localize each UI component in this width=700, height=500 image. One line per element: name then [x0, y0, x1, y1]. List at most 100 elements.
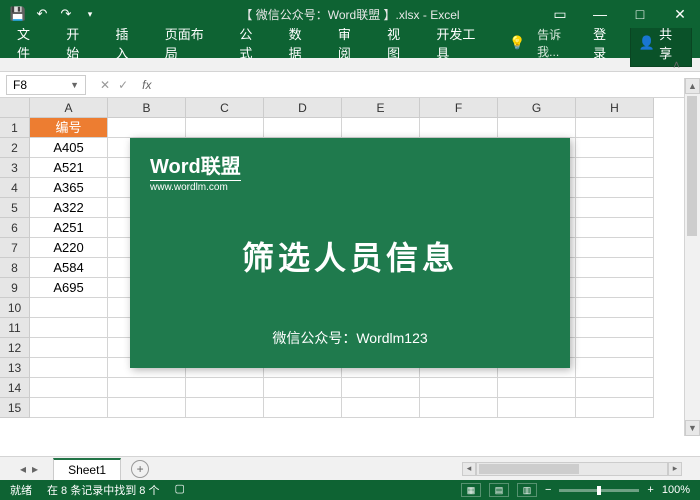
cell[interactable] [576, 318, 654, 338]
scroll-right-icon[interactable]: ▸ [668, 462, 682, 476]
cell[interactable] [420, 118, 498, 138]
login-link[interactable]: 登录 [593, 24, 618, 62]
cell[interactable]: A521 [30, 158, 108, 178]
cell[interactable] [498, 378, 576, 398]
scroll-left-icon[interactable]: ◂ [462, 462, 476, 476]
cell[interactable] [264, 378, 342, 398]
cell[interactable] [264, 118, 342, 138]
col-header-D[interactable]: D [264, 98, 342, 118]
row-header-4[interactable]: 4 [0, 178, 30, 198]
cell[interactable] [576, 298, 654, 318]
row-header-5[interactable]: 5 [0, 198, 30, 218]
row-header-6[interactable]: 6 [0, 218, 30, 238]
col-header-A[interactable]: A [30, 98, 108, 118]
redo-icon[interactable]: ↷ [58, 6, 74, 22]
cell[interactable] [342, 398, 420, 418]
cell[interactable]: A322 [30, 198, 108, 218]
row-header-3[interactable]: 3 [0, 158, 30, 178]
cell[interactable] [30, 398, 108, 418]
cell[interactable] [108, 398, 186, 418]
col-header-H[interactable]: H [576, 98, 654, 118]
row-header-8[interactable]: 8 [0, 258, 30, 278]
cell[interactable] [264, 398, 342, 418]
cell[interactable]: A695 [30, 278, 108, 298]
col-header-B[interactable]: B [108, 98, 186, 118]
add-sheet-button[interactable]: + [131, 460, 149, 478]
col-header-G[interactable]: G [498, 98, 576, 118]
cell[interactable] [576, 138, 654, 158]
cell[interactable] [576, 118, 654, 138]
cell[interactable] [576, 178, 654, 198]
zoom-in-icon[interactable]: + [647, 484, 653, 496]
scroll-up-icon[interactable]: ▲ [685, 78, 700, 94]
cell[interactable] [342, 378, 420, 398]
sheet-next-icon[interactable]: ▸ [32, 462, 38, 476]
vertical-scrollbar[interactable]: ▲ ▼ [684, 78, 700, 436]
sheet-prev-icon[interactable]: ◂ [20, 462, 26, 476]
vscroll-thumb[interactable] [687, 96, 697, 236]
row-header-7[interactable]: 7 [0, 238, 30, 258]
zoom-level[interactable]: 100% [662, 484, 690, 496]
scroll-down-icon[interactable]: ▼ [685, 420, 700, 436]
macro-record-icon[interactable]: ▢ [174, 482, 184, 498]
select-all-corner[interactable] [0, 98, 30, 118]
cell[interactable] [420, 398, 498, 418]
collapse-ribbon-icon[interactable]: ˄ [673, 58, 680, 72]
cell[interactable] [30, 318, 108, 338]
cell[interactable] [186, 118, 264, 138]
cell[interactable] [576, 338, 654, 358]
row-header-11[interactable]: 11 [0, 318, 30, 338]
maximize-icon[interactable]: □ [620, 0, 660, 28]
cell[interactable] [108, 118, 186, 138]
col-header-F[interactable]: F [420, 98, 498, 118]
cell[interactable] [576, 198, 654, 218]
save-icon[interactable]: 💾 [10, 6, 26, 22]
row-header-1[interactable]: 1 [0, 118, 30, 138]
cell[interactable] [576, 218, 654, 238]
row-header-2[interactable]: 2 [0, 138, 30, 158]
zoom-out-icon[interactable]: − [545, 484, 551, 496]
cell[interactable] [498, 398, 576, 418]
confirm-formula-icon[interactable]: ✓ [118, 78, 128, 92]
cell[interactable] [576, 278, 654, 298]
row-header-9[interactable]: 9 [0, 278, 30, 298]
cell[interactable] [342, 118, 420, 138]
cell[interactable] [576, 358, 654, 378]
minimize-icon[interactable]: — [580, 0, 620, 28]
formula-input[interactable] [157, 75, 700, 95]
cell[interactable] [30, 358, 108, 378]
undo-icon[interactable]: ↶ [34, 6, 50, 22]
cancel-formula-icon[interactable]: ✕ [100, 78, 110, 92]
cell[interactable] [30, 378, 108, 398]
sheet-tab-1[interactable]: Sheet1 [53, 458, 121, 480]
zoom-slider[interactable] [559, 489, 639, 492]
cell[interactable] [576, 378, 654, 398]
row-header-15[interactable]: 15 [0, 398, 30, 418]
cell[interactable] [30, 298, 108, 318]
tell-me[interactable]: 告诉我... [537, 26, 581, 60]
cell[interactable] [108, 378, 186, 398]
row-header-12[interactable]: 12 [0, 338, 30, 358]
qat-dropdown-icon[interactable]: ▾ [82, 6, 98, 22]
page-break-icon[interactable]: ▥ [517, 483, 537, 497]
row-header-13[interactable]: 13 [0, 358, 30, 378]
cell[interactable] [576, 238, 654, 258]
page-layout-icon[interactable]: ▤ [489, 483, 509, 497]
cell[interactable]: A251 [30, 218, 108, 238]
cell[interactable] [498, 118, 576, 138]
cell[interactable] [576, 398, 654, 418]
cell[interactable]: A365 [30, 178, 108, 198]
cell[interactable] [30, 338, 108, 358]
cell[interactable]: 编号 [30, 118, 108, 138]
row-header-10[interactable]: 10 [0, 298, 30, 318]
cell[interactable] [186, 398, 264, 418]
cell[interactable] [576, 258, 654, 278]
ribbon-options-icon[interactable]: ▭ [540, 0, 580, 28]
cell[interactable] [576, 158, 654, 178]
col-header-C[interactable]: C [186, 98, 264, 118]
col-header-E[interactable]: E [342, 98, 420, 118]
chevron-down-icon[interactable]: ▼ [70, 80, 79, 90]
cell[interactable] [420, 378, 498, 398]
hscroll-thumb[interactable] [479, 464, 579, 474]
name-box[interactable]: F8 ▼ [6, 75, 86, 95]
